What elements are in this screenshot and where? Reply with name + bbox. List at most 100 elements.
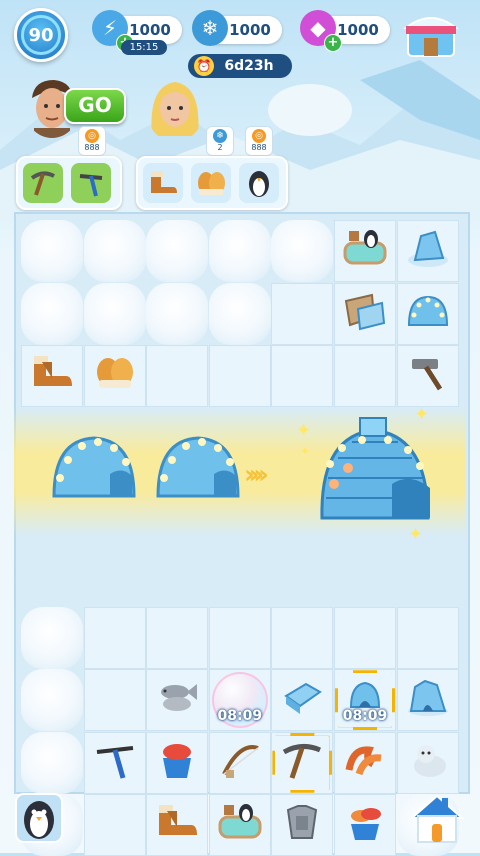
igloo-small-item[interactable]	[46, 426, 142, 510]
hot-bath-item-icon	[218, 803, 262, 847]
right-coin-badge: ◎ 888	[245, 126, 273, 156]
igloo-item[interactable]	[396, 282, 459, 345]
ice-pile-item-icon	[405, 228, 451, 274]
female-character-avatar[interactable]	[146, 76, 204, 142]
ice-pickaxe-icon	[79, 174, 103, 197]
energy-value: 1000	[129, 21, 171, 39]
snowflake-counter[interactable]: ❄ 1000	[192, 10, 282, 46]
right-snow-badge: ❄ 2	[206, 126, 234, 156]
ice-pickaxe-item[interactable]	[83, 731, 146, 794]
boots-item[interactable]	[21, 345, 83, 408]
igloo-item-icon	[405, 291, 451, 337]
gem-counter[interactable]: ◆ + 1000	[300, 10, 390, 52]
home-button[interactable]	[408, 792, 466, 846]
pickaxe-item-icon	[280, 740, 324, 786]
empty-cell[interactable]	[83, 606, 146, 669]
igloo-small-item[interactable]	[150, 426, 246, 510]
bow-drill-item[interactable]	[208, 731, 271, 794]
mittens-item[interactable]	[83, 345, 146, 408]
sparkle-icon: ✦	[414, 404, 430, 425]
snowflake-icon: ❄	[192, 10, 228, 46]
fog-cell	[83, 220, 146, 282]
ice-pile-item[interactable]	[396, 220, 459, 282]
snowflake-value: 1000	[229, 21, 271, 39]
ice-block-item-icon	[280, 678, 324, 722]
hot-bath-item[interactable]	[334, 220, 396, 282]
order-pickaxe-slot	[23, 163, 63, 203]
right-snow-count: 2	[217, 143, 223, 152]
bow-drill-item-icon	[218, 740, 262, 786]
empty-cell[interactable]	[271, 282, 334, 345]
fog-cell	[21, 669, 83, 732]
empty-cell[interactable]	[271, 606, 334, 669]
order-pickaxe-slot	[71, 163, 111, 203]
pickaxe-item[interactable]	[271, 731, 334, 794]
ice-pickaxe-item-icon	[93, 740, 137, 786]
event-timer-value: 6d23h	[224, 58, 274, 74]
mittens-item-icon	[93, 354, 137, 398]
coin-icon: ◎	[85, 129, 99, 143]
empty-cell[interactable]	[208, 606, 271, 669]
empty-cell[interactable]	[396, 606, 459, 669]
ice-cave-item[interactable]	[396, 669, 459, 732]
level-value: 90	[28, 24, 54, 46]
shop-icon[interactable]	[402, 6, 460, 60]
ice-block-item[interactable]	[271, 669, 334, 732]
clock-icon: ⏰	[194, 56, 214, 76]
fog-cell	[21, 282, 83, 345]
boots-item[interactable]	[146, 794, 209, 856]
left-coin-count: 888	[84, 143, 100, 152]
empty-cell[interactable]	[83, 669, 146, 732]
shrimp-item[interactable]	[334, 731, 396, 794]
empty-cell[interactable]	[334, 345, 396, 408]
hammer-item[interactable]	[396, 345, 459, 408]
fish-item[interactable]	[146, 669, 209, 732]
hot-bath-item-icon	[343, 229, 387, 273]
empty-cell[interactable]	[208, 345, 271, 408]
empty-cell[interactable]	[334, 606, 396, 669]
coin-icon: ◎	[252, 129, 266, 143]
fog-cell	[21, 731, 83, 794]
empty-cell[interactable]	[83, 794, 146, 856]
left-order-card[interactable]	[16, 156, 122, 210]
empty-cell[interactable]	[146, 345, 209, 408]
seal-item[interactable]	[396, 731, 459, 794]
gem-value: 1000	[337, 21, 379, 39]
slabs-item[interactable]	[334, 282, 396, 345]
sparkle-icon: ✦	[300, 444, 311, 458]
fish-item-icon	[155, 678, 199, 722]
hammer-item-icon	[406, 353, 450, 399]
go-button[interactable]: GO	[64, 88, 126, 124]
event-timer[interactable]: ⏰ 6d23h	[188, 54, 292, 78]
fog-cell	[21, 220, 83, 282]
armor-item-icon	[280, 802, 324, 848]
fog-cell	[83, 282, 146, 345]
penguin-menu-button[interactable]	[14, 790, 64, 846]
shrimp-bucket-item[interactable]	[334, 794, 396, 856]
order-boots-slot	[143, 163, 183, 203]
right-coin-count: 888	[251, 143, 267, 152]
merge-arrow-icon: ››››	[244, 460, 269, 490]
right-order-card[interactable]	[136, 156, 288, 210]
hot-bath-item[interactable]	[208, 794, 271, 856]
empty-cell[interactable]	[271, 345, 334, 408]
energy-refill-timer: 15:15	[121, 40, 167, 55]
sparkle-icon: ✦	[408, 524, 424, 545]
ice-cave-item-icon	[405, 677, 451, 723]
igloo-large-item[interactable]	[312, 414, 440, 532]
level-badge[interactable]: 90	[14, 8, 68, 62]
boots-item-icon	[155, 803, 199, 847]
shrimp-item-icon	[343, 740, 387, 786]
bubble-cell[interactable]: 08:09	[208, 669, 271, 732]
penguin-icon	[249, 171, 269, 197]
seal-item-icon	[406, 740, 450, 786]
fog-cell	[271, 220, 334, 282]
igloo-generator-item[interactable]: 08:09	[334, 669, 396, 732]
mittens-icon	[198, 172, 225, 195]
add-gems-button[interactable]: +	[324, 34, 342, 52]
empty-cell[interactable]	[146, 606, 209, 669]
armor-item[interactable]	[271, 794, 334, 856]
fish-bucket-item[interactable]	[146, 731, 209, 794]
generator-timer: 08:09	[342, 708, 388, 725]
order-penguin-slot	[239, 163, 279, 203]
